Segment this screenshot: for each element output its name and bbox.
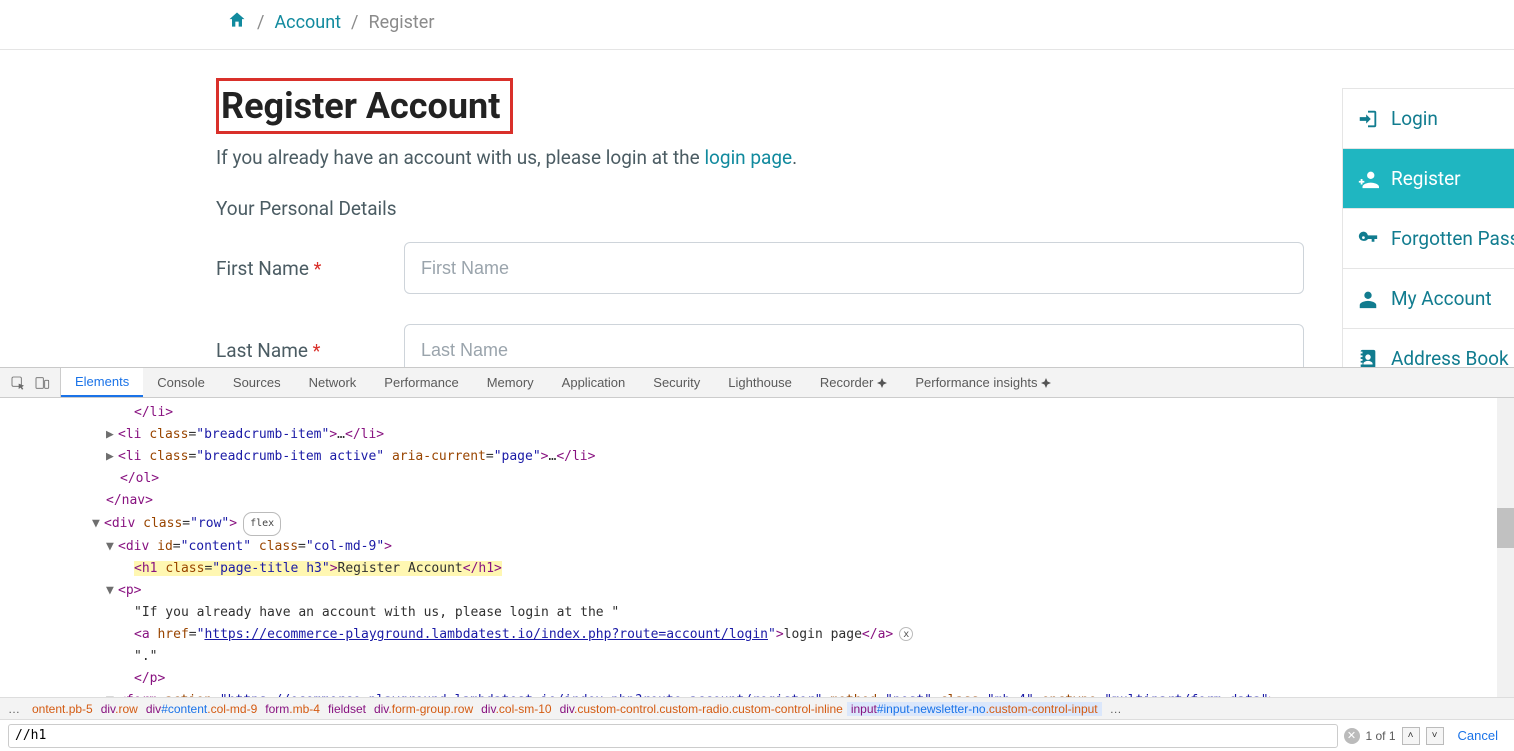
login-page-link[interactable]: login page [704, 146, 792, 169]
search-bar: ✕ 1 of 1 ˄ ˅ Cancel [0, 719, 1514, 751]
home-icon [227, 10, 247, 30]
tab-console[interactable]: Console [143, 368, 219, 397]
tab-recorder[interactable]: Recorder [806, 368, 901, 397]
crumbs-overflow-right[interactable]: … [1102, 702, 1130, 716]
input-first-name[interactable] [404, 242, 1304, 294]
intro-prefix: If you already have an account with us, … [216, 146, 704, 169]
key-icon [1357, 228, 1379, 250]
breadcrumb-account[interactable]: Account [274, 12, 341, 33]
sidebar-label-myaccount: My Account [1391, 287, 1492, 310]
main-content: Register Account If you already have an … [0, 50, 1308, 406]
cancel-search[interactable]: Cancel [1450, 728, 1506, 743]
preview-dot-icon [1041, 378, 1051, 388]
tab-security[interactable]: Security [639, 368, 714, 397]
tab-memory[interactable]: Memory [473, 368, 548, 397]
dom-breadcrumbs[interactable]: … ontent.pb-5 div.row div#content.col-md… [0, 697, 1514, 719]
device-icon[interactable] [34, 375, 50, 391]
page-title: Register Account [219, 81, 510, 131]
devtools-tabs: Elements Console Sources Network Perform… [0, 368, 1514, 398]
tab-performance[interactable]: Performance [370, 368, 472, 397]
breadcrumb-sep: / [257, 12, 264, 33]
intro-text: If you already have an account with us, … [216, 146, 1308, 169]
preview-dot-icon [877, 378, 887, 388]
sidebar-label-forgotten: Forgotten Password [1391, 227, 1514, 250]
user-plus-icon [1357, 168, 1379, 190]
section-personal-details: Your Personal Details [216, 197, 1308, 220]
tab-sources[interactable]: Sources [219, 368, 295, 397]
breadcrumb-register: Register [368, 12, 434, 33]
user-icon [1357, 288, 1379, 310]
search-input[interactable] [8, 724, 1338, 748]
prev-match[interactable]: ˄ [1402, 727, 1420, 745]
intro-suffix: . [792, 146, 797, 169]
sidebar-label-register: Register [1391, 167, 1461, 190]
row-first-name: First Name * [216, 242, 1308, 294]
breadcrumb: / Account / Register [0, 0, 1514, 50]
sidebar-item-myaccount[interactable]: My Account [1343, 269, 1514, 329]
label-first-name: First Name * [216, 257, 404, 280]
sidebar-label-login: Login [1391, 107, 1438, 130]
tab-application[interactable]: Application [548, 368, 640, 397]
breadcrumb-sep: / [351, 12, 358, 33]
tree-scrollbar[interactable] [1497, 398, 1514, 697]
account-sidebar: Login Register Forgotten Password My Acc… [1342, 88, 1514, 390]
label-last-name: Last Name * [216, 339, 404, 362]
tab-elements[interactable]: Elements [61, 368, 143, 397]
tab-network[interactable]: Network [295, 368, 371, 397]
breadcrumb-home[interactable] [227, 10, 247, 35]
selection-highlight: Register Account [216, 78, 513, 134]
remove-pill[interactable]: x [899, 627, 913, 641]
devtools-panel: Elements Console Sources Network Perform… [0, 367, 1514, 751]
dom-tree[interactable]: </li> ▶<li class="breadcrumb-item">…</li… [0, 398, 1497, 697]
sidebar-item-login[interactable]: Login [1343, 89, 1514, 149]
inspect-icon[interactable] [10, 375, 26, 391]
page-viewport: / Account / Register Register Account If… [0, 0, 1514, 367]
tab-lighthouse[interactable]: Lighthouse [714, 368, 806, 397]
login-icon [1357, 108, 1379, 130]
clear-search[interactable]: ✕ [1344, 728, 1360, 744]
next-match[interactable]: ˅ [1426, 727, 1444, 745]
crumbs-overflow-left[interactable]: … [0, 702, 28, 716]
sidebar-item-register[interactable]: Register [1343, 149, 1514, 209]
sidebar-item-forgotten[interactable]: Forgotten Password [1343, 209, 1514, 269]
tab-perf-insights[interactable]: Performance insights [901, 368, 1065, 397]
match-count: 1 of 1 [1366, 729, 1396, 743]
